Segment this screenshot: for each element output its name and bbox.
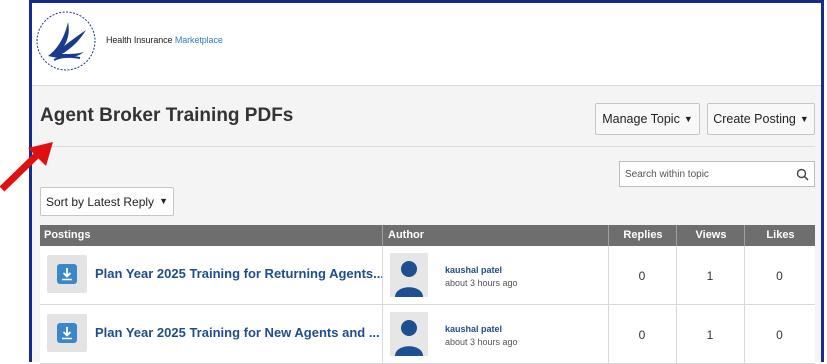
views-count: 1 <box>706 269 714 283</box>
create-posting-button[interactable]: Create Posting ▼ <box>707 103 815 135</box>
pdf-document-icon[interactable] <box>47 255 87 293</box>
column-header-postings[interactable]: Postings <box>44 225 90 246</box>
likes-count: 0 <box>776 328 783 342</box>
avatar[interactable] <box>390 312 428 356</box>
search-box[interactable] <box>619 161 815 187</box>
pdf-document-icon[interactable] <box>47 314 87 352</box>
search-input[interactable] <box>620 162 790 186</box>
table-row: Plan Year 2025 Training for Returning Ag… <box>40 246 815 305</box>
avatar[interactable] <box>390 253 428 297</box>
search-icon[interactable] <box>790 168 814 181</box>
hhs-eagle-seal-icon <box>36 11 96 71</box>
column-header-likes[interactable]: Likes <box>744 225 816 246</box>
post-timestamp: about 3 hours ago <box>445 337 518 347</box>
site-name-text: Health Insurance <box>106 35 175 45</box>
page-title: Agent Broker Training PDFs <box>40 105 294 126</box>
manage-topic-button[interactable]: Manage Topic ▼ <box>595 103 700 135</box>
column-header-replies[interactable]: Replies <box>608 225 677 246</box>
caret-down-icon: ▼ <box>683 113 693 124</box>
sort-label: Sort by Latest Reply <box>46 194 155 209</box>
replies-count: 0 <box>638 269 646 283</box>
sort-dropdown[interactable]: Sort by Latest Reply ▼ <box>40 187 174 216</box>
replies-count: 0 <box>638 328 646 342</box>
caret-down-icon: ▼ <box>799 113 809 124</box>
views-count: 1 <box>706 328 714 342</box>
column-divider <box>382 246 383 304</box>
table-header: Postings Author Replies Views Likes <box>40 225 815 246</box>
author-name-link[interactable]: kaushal patel <box>445 265 502 275</box>
site-name-accent: Marketplace <box>174 35 223 45</box>
author-name-link[interactable]: kaushal patel <box>445 324 502 334</box>
column-header-author[interactable]: Author <box>382 225 608 246</box>
column-divider <box>382 305 383 363</box>
column-header-views[interactable]: Views <box>676 225 745 246</box>
likes-count: 0 <box>776 269 783 283</box>
site-name[interactable]: Health Insurance Marketplace <box>106 35 223 45</box>
posting-title-link[interactable]: Plan Year 2025 Training for New Agents a… <box>95 325 380 340</box>
divider <box>40 146 815 147</box>
table-row: Plan Year 2025 Training for New Agents a… <box>40 305 815 364</box>
red-arrow-annotation-icon <box>0 142 53 192</box>
create-posting-label: Create Posting <box>713 112 796 126</box>
manage-topic-label: Manage Topic <box>602 112 680 126</box>
post-timestamp: about 3 hours ago <box>445 278 518 288</box>
posting-title-link[interactable]: Plan Year 2025 Training for Returning Ag… <box>95 266 384 281</box>
caret-down-icon: ▼ <box>159 196 168 206</box>
